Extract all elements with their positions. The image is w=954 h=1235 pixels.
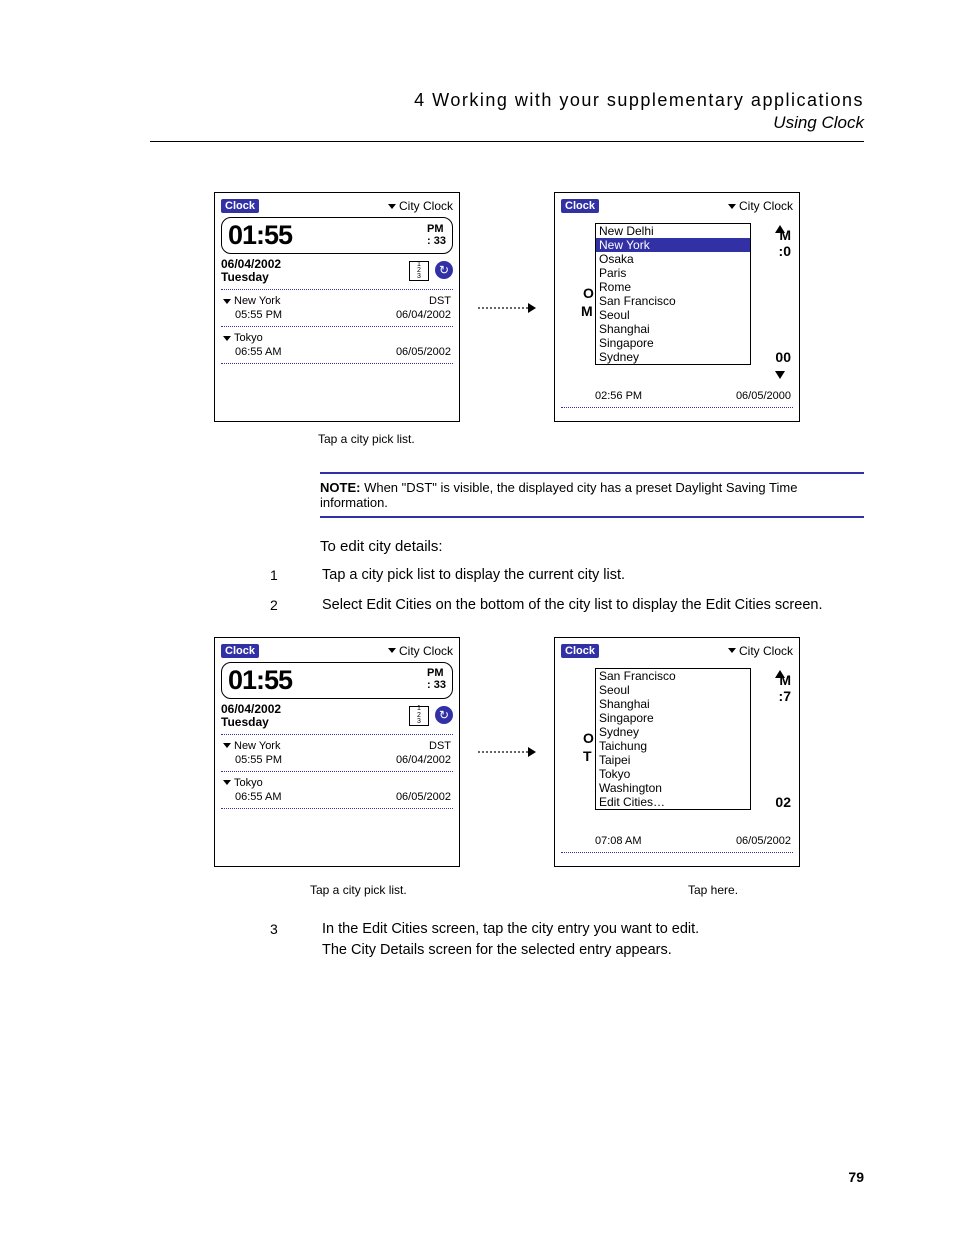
chevron-down-icon xyxy=(223,299,231,304)
city-pick-2[interactable]: Tokyo xyxy=(223,777,263,789)
clock-app-label[interactable]: Clock xyxy=(221,644,259,658)
chevron-down-icon xyxy=(728,204,736,209)
list-item[interactable]: Taichung xyxy=(596,739,750,753)
device-city-list-2: Clock City Clock M :7 O T 02 San Francis… xyxy=(554,637,800,867)
step-item: In the Edit Cities screen, tap the city … xyxy=(270,919,864,963)
page-number: 79 xyxy=(848,1169,864,1185)
time-display: 01:55 xyxy=(228,665,292,696)
figure-caption: Tap a city pick list. xyxy=(318,432,864,446)
view-selector[interactable]: City Clock xyxy=(388,644,453,658)
step-list: In the Edit Cities screen, tap the city … xyxy=(270,919,864,963)
list-item[interactable]: Shanghai xyxy=(596,697,750,711)
divider xyxy=(221,771,453,772)
list-item[interactable]: Singapore xyxy=(596,711,750,725)
step-item: Select Edit Cities on the bottom of the … xyxy=(270,595,864,617)
device-city-list: Clock City Clock M :0 O M 00 New Delhi N… xyxy=(554,192,800,422)
arrow-icon xyxy=(478,293,536,321)
list-item[interactable]: New York xyxy=(596,238,750,252)
pm-seconds: PM : 33 xyxy=(427,668,446,691)
manual-page: 4 Working with your supplementary applic… xyxy=(0,0,954,1235)
divider xyxy=(221,363,453,364)
view-selector[interactable]: City Clock xyxy=(728,644,793,658)
chevron-down-icon xyxy=(223,743,231,748)
calendar-icon[interactable]: 1 2 3 xyxy=(409,261,429,281)
divider xyxy=(221,289,453,290)
scroll-up-icon[interactable] xyxy=(775,670,785,678)
city-pick-2[interactable]: Tokyo xyxy=(223,332,263,344)
list-item[interactable]: Taipei xyxy=(596,753,750,767)
city-pick-1[interactable]: New York xyxy=(223,295,280,307)
calendar-icon[interactable]: 1 2 3 xyxy=(409,706,429,726)
city-list: San Francisco Seoul Shanghai Singapore S… xyxy=(595,668,751,810)
divider xyxy=(561,852,793,853)
arrow-icon xyxy=(478,738,536,766)
chapter-title: 4 Working with your supplementary applic… xyxy=(150,90,864,111)
list-item[interactable]: Shanghai xyxy=(596,322,750,336)
view-selector[interactable]: City Clock xyxy=(388,199,453,213)
figure-caption: Tap a city pick list. xyxy=(310,883,620,897)
list-item[interactable]: Osaka xyxy=(596,252,750,266)
main-time-box: 01:55 PM : 33 xyxy=(221,662,453,699)
figure-row-2: Clock City Clock 01:55 PM : 33 06/04/200… xyxy=(150,637,864,867)
list-item[interactable]: Seoul xyxy=(596,683,750,697)
edit-heading: To edit city details: xyxy=(320,538,864,555)
chevron-down-icon xyxy=(223,336,231,341)
date-row: 06/04/2002 Tuesday 1 2 3 ↻ xyxy=(221,258,453,284)
city-pick-1[interactable]: New York xyxy=(223,740,280,752)
note-box: NOTE: When "DST" is visible, the display… xyxy=(320,472,864,518)
dst-label: DST xyxy=(429,740,451,752)
list-item[interactable]: San Francisco xyxy=(596,294,750,308)
main-time-box: 01:55 PM : 33 xyxy=(221,217,453,254)
step-list: Tap a city pick list to display the curr… xyxy=(270,565,864,617)
chevron-down-icon xyxy=(388,204,396,209)
divider xyxy=(221,734,453,735)
list-item[interactable]: Tokyo xyxy=(596,767,750,781)
note-label: NOTE: xyxy=(320,480,360,495)
city-list: New Delhi New York Osaka Paris Rome San … xyxy=(595,223,751,365)
list-item[interactable]: Paris xyxy=(596,266,750,280)
note-text: When "DST" is visible, the displayed cit… xyxy=(320,480,797,510)
list-item[interactable]: Sydney xyxy=(596,725,750,739)
step-item: Tap a city pick list to display the curr… xyxy=(270,565,864,587)
chevron-down-icon xyxy=(728,648,736,653)
time-display: 01:55 xyxy=(228,220,292,251)
view-selector[interactable]: City Clock xyxy=(728,199,793,213)
clock-app-label[interactable]: Clock xyxy=(221,199,259,213)
scroll-up-icon[interactable] xyxy=(775,225,785,233)
list-item[interactable]: Seoul xyxy=(596,308,750,322)
globe-icon[interactable]: ↻ xyxy=(435,706,453,724)
list-item[interactable]: San Francisco xyxy=(596,669,750,683)
date-row: 06/04/2002 Tuesday 1 2 3 ↻ xyxy=(221,703,453,729)
page-header: 4 Working with your supplementary applic… xyxy=(150,90,864,142)
device-clock-main: Clock City Clock 01:55 PM : 33 06/04/200… xyxy=(214,192,460,422)
divider xyxy=(221,326,453,327)
list-item[interactable]: Singapore xyxy=(596,336,750,350)
divider xyxy=(561,407,793,408)
divider xyxy=(221,808,453,809)
device-clock-main-2: Clock City Clock 01:55 PM : 33 06/04/200… xyxy=(214,637,460,867)
globe-icon[interactable]: ↻ xyxy=(435,261,453,279)
dst-label: DST xyxy=(429,295,451,307)
list-item-edit-cities[interactable]: Edit Cities… xyxy=(596,795,750,809)
pm-seconds: PM : 33 xyxy=(427,224,446,247)
clock-app-label[interactable]: Clock xyxy=(561,644,599,658)
list-item[interactable]: New Delhi xyxy=(596,224,750,238)
section-title: Using Clock xyxy=(150,113,864,133)
list-item[interactable]: Washington xyxy=(596,781,750,795)
list-item[interactable]: Rome xyxy=(596,280,750,294)
chevron-down-icon xyxy=(223,780,231,785)
chevron-down-icon xyxy=(388,648,396,653)
clock-app-label[interactable]: Clock xyxy=(561,199,599,213)
figure-caption-row: Tap a city pick list. Tap here. xyxy=(150,877,864,897)
figure-row-1: Clock City Clock 01:55 PM : 33 06/04/200… xyxy=(150,192,864,422)
list-item[interactable]: Sydney xyxy=(596,350,750,364)
figure-caption: Tap here. xyxy=(688,883,738,897)
scroll-down-icon[interactable] xyxy=(775,371,785,379)
